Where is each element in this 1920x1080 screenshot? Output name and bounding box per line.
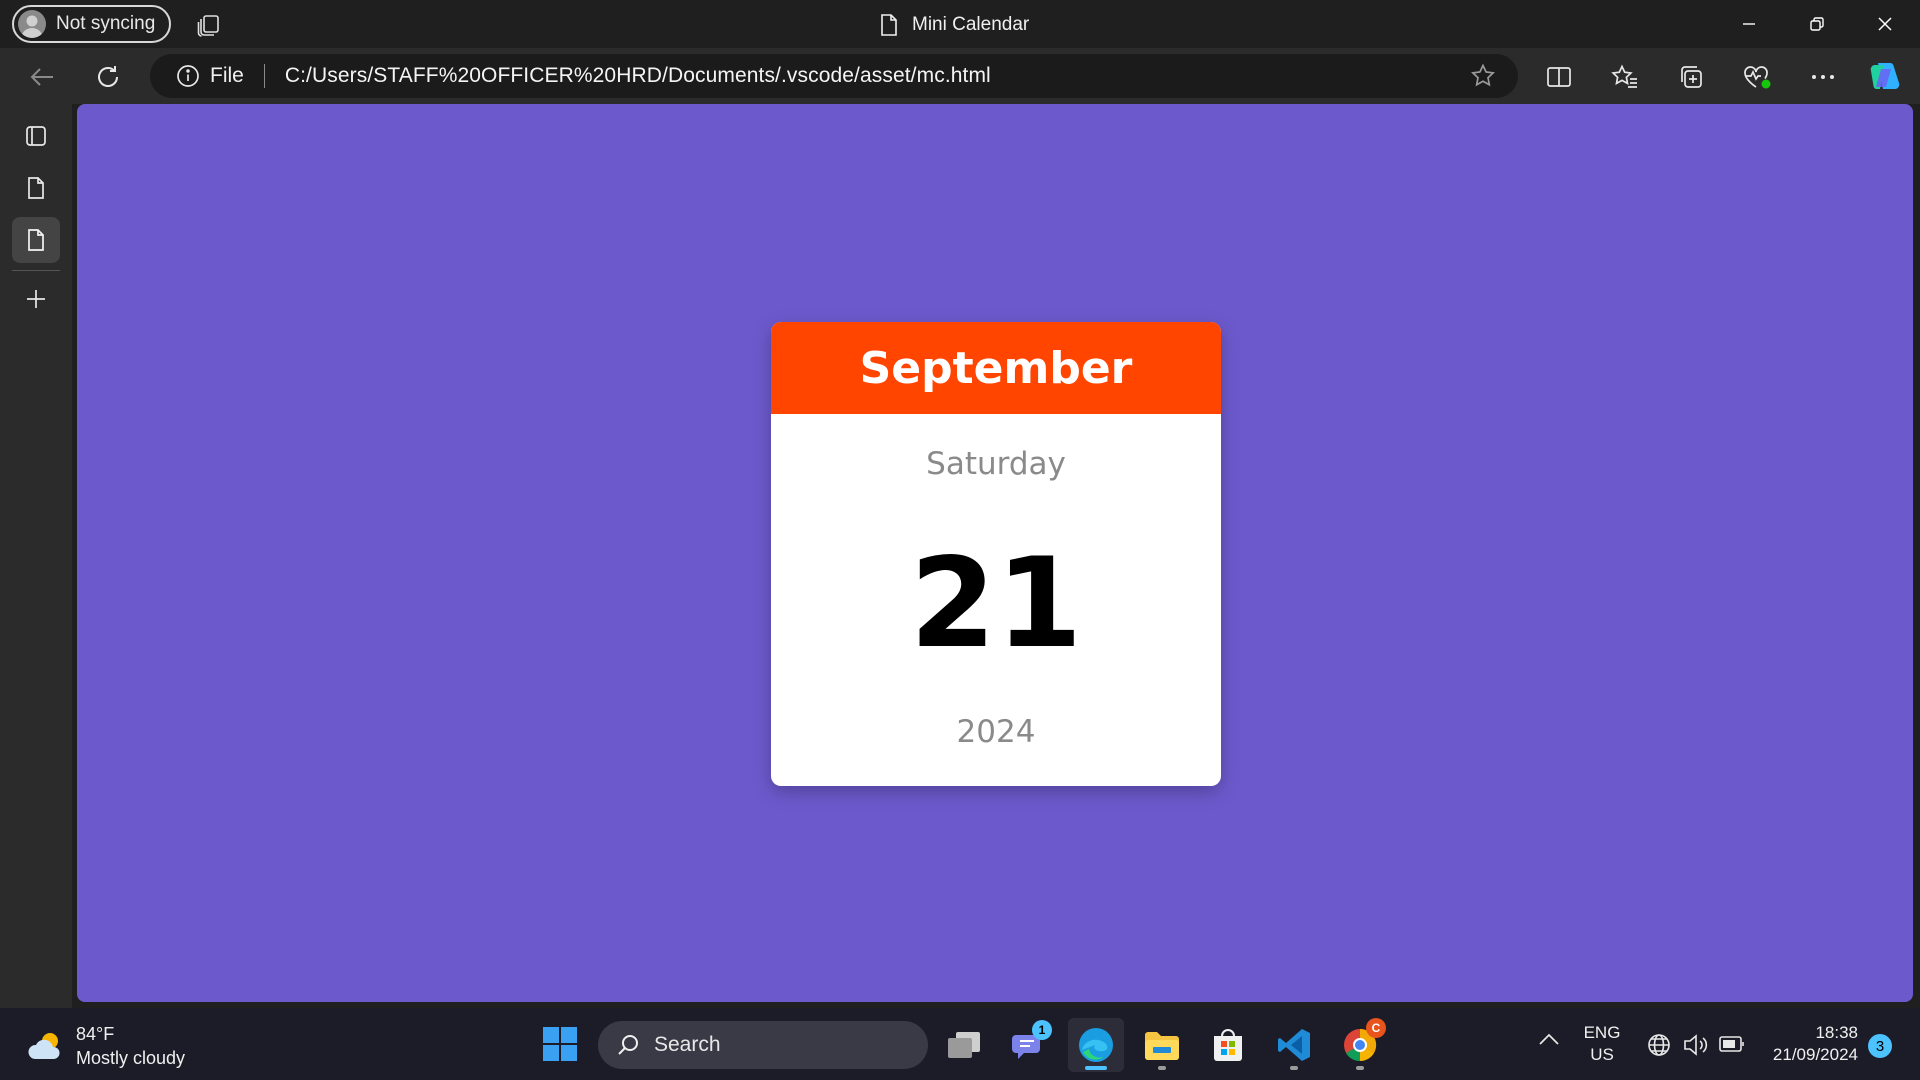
favorites-icon[interactable] xyxy=(1605,58,1645,96)
notification-badge[interactable]: 3 xyxy=(1868,1034,1892,1058)
cloudy-weather-icon xyxy=(26,1029,66,1063)
back-arrow-icon[interactable] xyxy=(22,58,62,96)
chevron-up-icon[interactable] xyxy=(1538,1032,1560,1046)
calendar-month: September xyxy=(859,342,1133,394)
chrome-indicator xyxy=(1356,1066,1364,1070)
profile-sync-status: Not syncing xyxy=(56,13,156,34)
vs-code-indicator xyxy=(1290,1066,1298,1070)
taskbar: 84°F Mostly cloudy Search 1 C ENG US 18:… xyxy=(0,1008,1920,1080)
clock-date: 21/09/2024 xyxy=(1772,1045,1858,1064)
more-icon[interactable] xyxy=(1803,58,1843,96)
url-text[interactable]: C:/Users/STAFF%20OFFICER%20HRD/Documents… xyxy=(285,64,991,88)
copilot-icon[interactable] xyxy=(1865,58,1905,96)
window-title: Mini Calendar xyxy=(880,12,1029,38)
chrome-button[interactable]: C xyxy=(1332,1018,1388,1072)
clock[interactable]: 18:38 21/09/2024 xyxy=(1758,1022,1858,1066)
refresh-icon[interactable] xyxy=(88,58,128,96)
browser-toolbar: File C:/Users/STAFF%20OFFICER%20HRD/Docu… xyxy=(0,48,1920,104)
tab-actions-icon[interactable] xyxy=(12,113,60,159)
microsoft-store-button[interactable] xyxy=(1200,1018,1256,1072)
avatar xyxy=(18,10,46,38)
calendar-header: September xyxy=(771,322,1221,414)
address-bar[interactable]: File C:/Users/STAFF%20OFFICER%20HRD/Docu… xyxy=(150,54,1518,98)
page-tab-icon[interactable] xyxy=(12,165,60,211)
chrome-badge: C xyxy=(1366,1018,1386,1038)
calendar-weekday: Saturday xyxy=(926,446,1066,482)
title-bar: Not syncing Mini Calendar xyxy=(0,0,1920,48)
file-explorer-indicator xyxy=(1158,1066,1166,1070)
keyboard-layout: US xyxy=(1590,1045,1614,1064)
search-label: Search xyxy=(654,1033,721,1056)
calendar-date: 21 xyxy=(909,532,1083,676)
vs-code-button[interactable] xyxy=(1266,1018,1322,1072)
split-screen-icon[interactable] xyxy=(1539,58,1579,96)
chat-badge: 1 xyxy=(1032,1020,1052,1040)
start-button[interactable] xyxy=(532,1017,588,1071)
edge-active-indicator xyxy=(1085,1066,1107,1070)
new-tab-icon[interactable] xyxy=(12,276,60,322)
weather-temperature: 84°F xyxy=(76,1024,115,1044)
edge-taskbar-icon[interactable] xyxy=(1068,1018,1124,1072)
calendar-year: 2024 xyxy=(956,714,1036,750)
volume-icon[interactable] xyxy=(1682,1032,1710,1058)
site-info-label[interactable]: File xyxy=(210,64,244,88)
teams-chat-button[interactable]: 1 xyxy=(1002,1018,1058,1072)
document-icon xyxy=(880,13,898,37)
restore-button[interactable] xyxy=(1782,0,1852,48)
clock-time: 18:38 xyxy=(1815,1023,1858,1042)
file-explorer-button[interactable] xyxy=(1134,1018,1190,1072)
collections-icon[interactable] xyxy=(1671,58,1711,96)
taskbar-search[interactable]: Search xyxy=(598,1021,928,1069)
task-view-button[interactable] xyxy=(936,1018,992,1072)
info-icon[interactable] xyxy=(176,64,200,88)
weather-widget[interactable]: 84°F Mostly cloudy xyxy=(26,1022,185,1070)
address-divider xyxy=(263,64,265,88)
minimize-button[interactable] xyxy=(1714,0,1784,48)
sidebar-divider xyxy=(12,270,60,271)
workspaces-icon[interactable] xyxy=(196,12,222,38)
battery-icon[interactable] xyxy=(1718,1034,1746,1054)
vertical-tabs-sidebar xyxy=(0,104,72,1008)
close-button[interactable] xyxy=(1850,0,1920,48)
mini-calendar-card: September Saturday 21 2024 xyxy=(771,322,1221,786)
profile-button[interactable]: Not syncing xyxy=(12,5,172,43)
heart-pulse-icon[interactable] xyxy=(1737,58,1777,96)
weather-condition: Mostly cloudy xyxy=(76,1048,186,1068)
network-globe-icon[interactable] xyxy=(1646,1032,1672,1058)
language-code: ENG xyxy=(1583,1023,1621,1042)
page-viewport: September Saturday 21 2024 xyxy=(77,104,1913,1002)
star-icon[interactable] xyxy=(1470,63,1496,89)
window-title-text: Mini Calendar xyxy=(912,14,1030,35)
search-icon xyxy=(616,1033,640,1057)
input-language[interactable]: ENG US xyxy=(1580,1022,1624,1066)
page-tab-icon-active[interactable] xyxy=(12,217,60,263)
